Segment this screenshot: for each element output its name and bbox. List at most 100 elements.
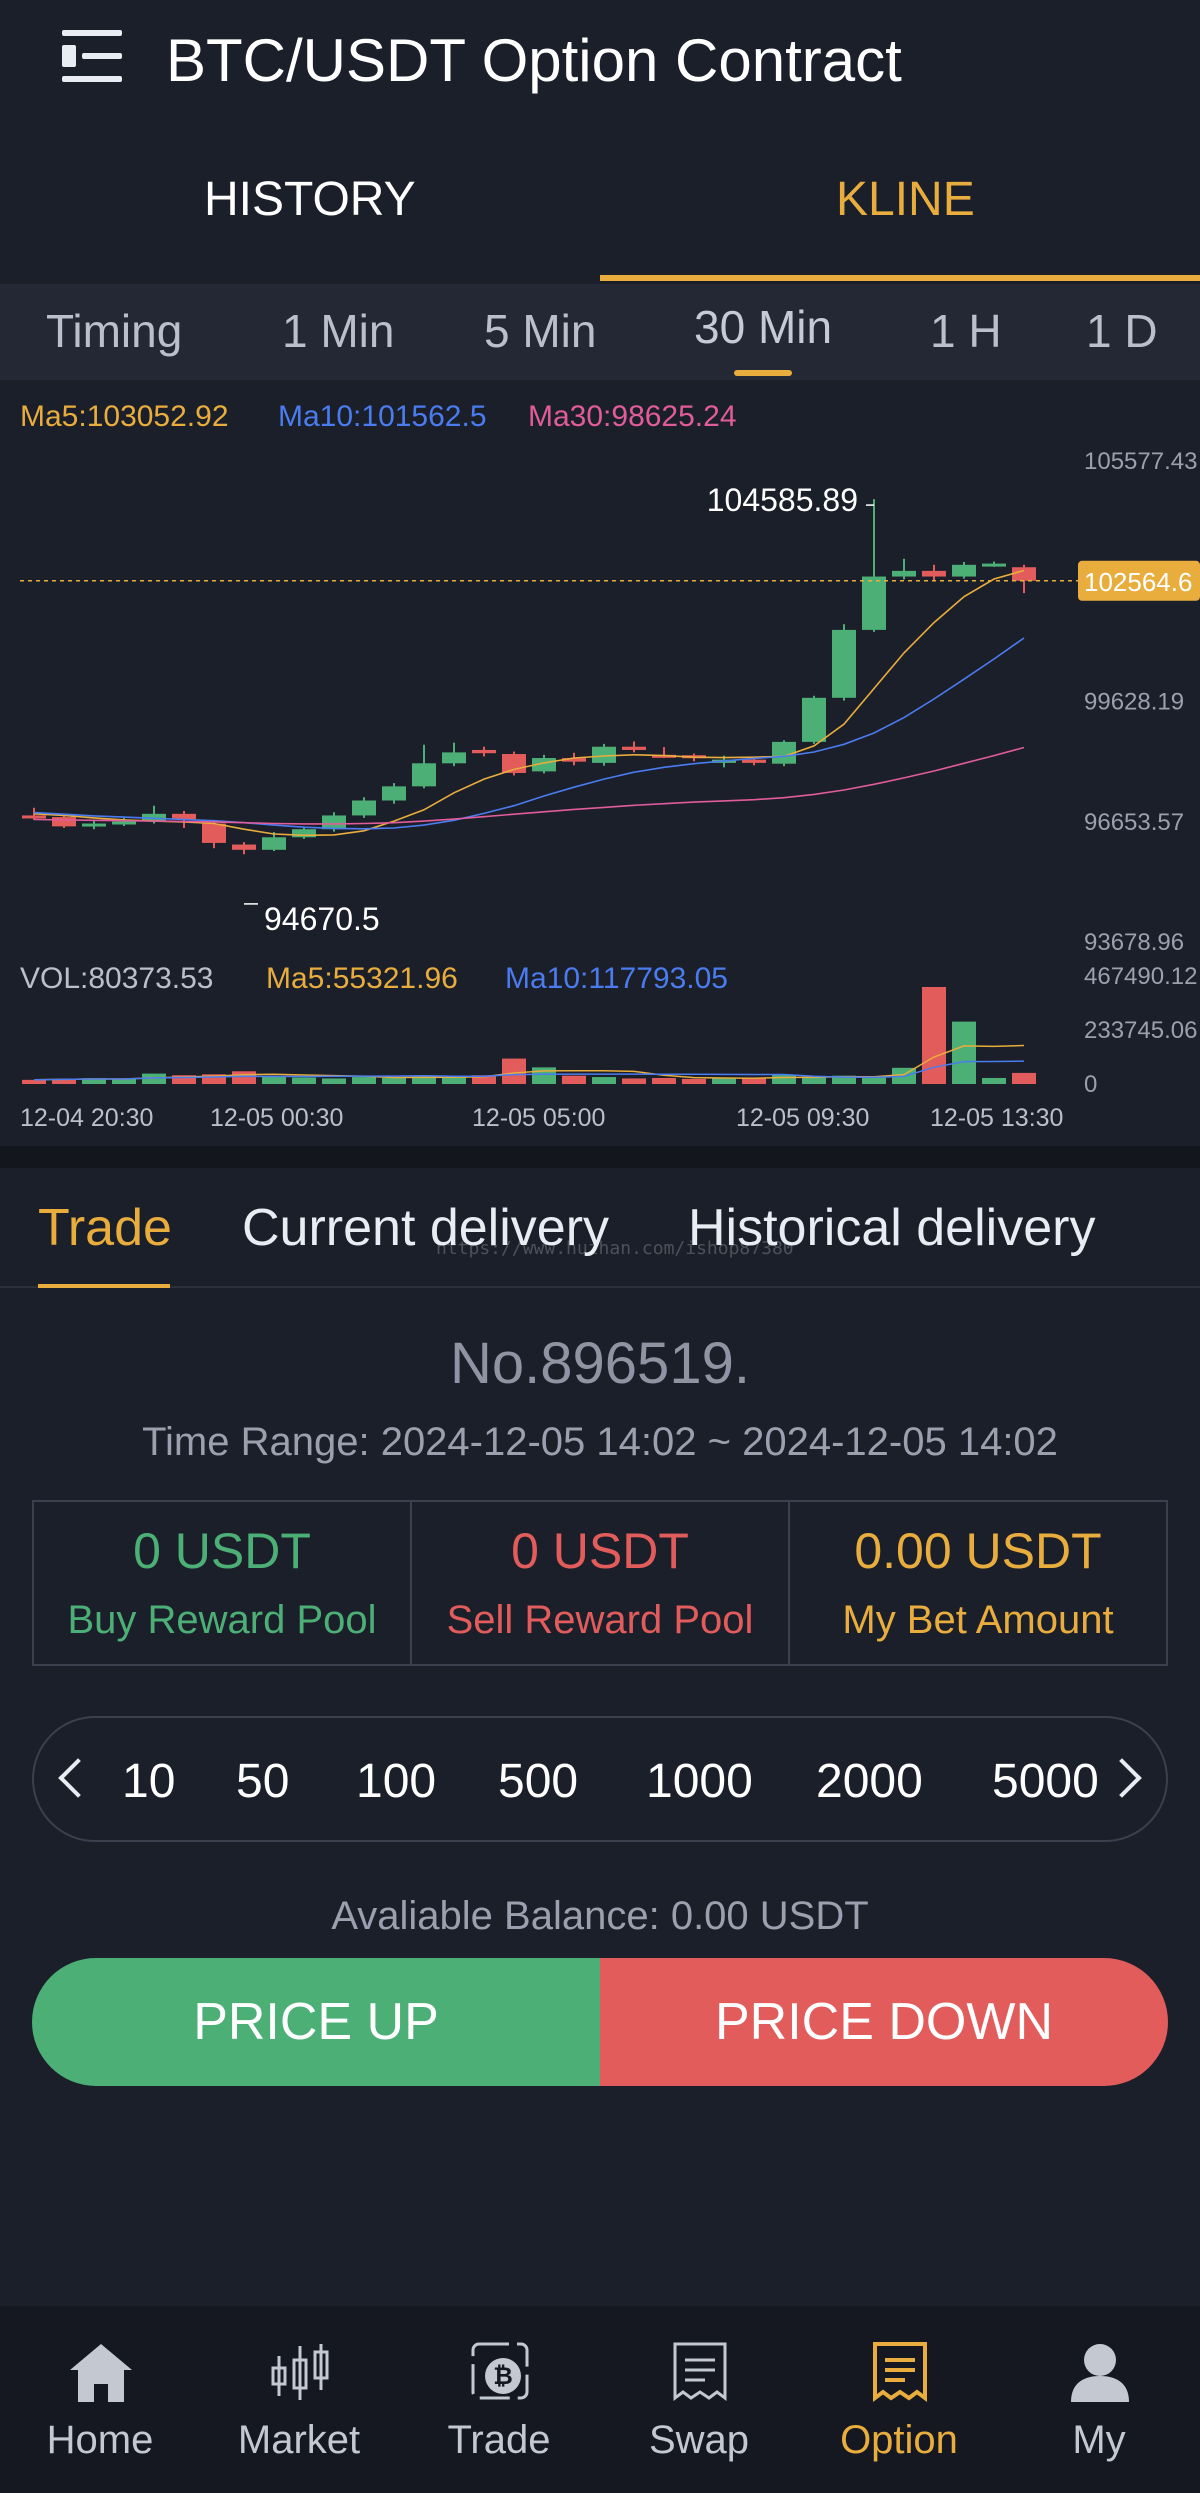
round-number: No.896519. xyxy=(450,1331,750,1396)
price-down-button[interactable]: PRICE DOWN xyxy=(600,1958,1168,2086)
tab-history[interactable]: HISTORY xyxy=(204,172,416,227)
buy-pool-label: Buy Reward Pool xyxy=(67,1598,377,1642)
volume-axis-tick: 233745.06 xyxy=(1084,1017,1197,1044)
price-axis-tick: 93678.96 xyxy=(1084,929,1184,956)
volume-bar xyxy=(652,1077,676,1084)
volume-indicator: VOL:80373.53 xyxy=(20,962,214,995)
candle-body xyxy=(382,786,406,801)
candle-body xyxy=(742,759,766,763)
candle-body xyxy=(412,763,436,787)
tab-kline[interactable]: KLINE xyxy=(836,172,975,227)
interval-timing[interactable]: Timing xyxy=(46,304,182,358)
candle-body xyxy=(22,815,46,819)
candle-body xyxy=(622,746,646,750)
x-axis-label: 12-04 20:30 xyxy=(20,1104,153,1132)
price-axis-tick: 99628.19 xyxy=(1084,689,1184,716)
ma-line-ma30 xyxy=(33,746,1025,825)
volume-bar xyxy=(622,1078,646,1084)
nav-label: Home xyxy=(46,2418,154,2462)
buy-pool-amount: 0 USDT xyxy=(133,1523,311,1579)
interval-1min[interactable]: 1 Min xyxy=(282,304,394,358)
volume-axis-tick: 467490.12 xyxy=(1084,963,1197,990)
tab-active-indicator xyxy=(600,275,1200,281)
candle-body xyxy=(202,823,226,843)
candle-body xyxy=(892,570,916,577)
volume-bar xyxy=(862,1077,886,1084)
reward-pools: 0 USDT Buy Reward Pool 0 USDT Sell Rewar… xyxy=(32,1500,1168,1666)
volume-bar xyxy=(112,1079,136,1084)
kline-chart[interactable]: Ma5:103052.92 Ma10:101562.5 Ma30:98625.2… xyxy=(0,384,1200,1144)
chevron-right-icon[interactable] xyxy=(1102,1758,1142,1798)
bet-amount-label: My Bet Amount xyxy=(842,1598,1114,1642)
ma5-indicator: Ma5:103052.92 xyxy=(20,400,229,433)
trade-tabs: Trade Current delivery Historical delive… xyxy=(0,1168,1200,1288)
interval-active-indicator xyxy=(734,370,792,376)
candle-body xyxy=(352,800,376,816)
ma-line-ma10 xyxy=(33,637,1025,830)
nav-swap[interactable]: Swap xyxy=(599,2306,799,2493)
volume-bar xyxy=(502,1058,526,1084)
low-price-label: 94670.5 xyxy=(264,901,380,937)
amount-option[interactable]: 5000 xyxy=(992,1754,1099,1809)
volume-bar xyxy=(352,1077,376,1084)
tab-trade[interactable]: Trade xyxy=(38,1198,172,1258)
trade-actions: PRICE UP PRICE DOWN xyxy=(32,1958,1168,2086)
time-range: Time Range: 2024-12-05 14:02 ~ 2024-12-0… xyxy=(142,1420,1058,1464)
swap-icon xyxy=(673,2342,727,2401)
watermark-text: https://www.huzhan.com/ishop87380 xyxy=(436,1238,794,1259)
app-root: BTC/USDT Option Contract HISTORY KLINE T… xyxy=(0,0,1200,2493)
candle-body xyxy=(982,563,1006,567)
kline-chart-svg: Ma5:103052.92 Ma10:101562.5 Ma30:98625.2… xyxy=(20,400,1200,1132)
subtab-active-indicator xyxy=(38,1284,170,1288)
volume-bar xyxy=(232,1071,256,1084)
interval-30min[interactable]: 30 Min xyxy=(694,300,832,354)
candle-body xyxy=(592,746,616,763)
nav-market[interactable]: Market xyxy=(199,2306,399,2493)
x-axis-label: 12-05 00:30 xyxy=(210,1104,343,1132)
x-axis-label: 12-05 05:00 xyxy=(472,1104,605,1132)
volume-bar xyxy=(802,1077,826,1084)
amount-option[interactable]: 10 xyxy=(122,1754,175,1809)
amount-option[interactable]: 2000 xyxy=(816,1754,923,1809)
page-title: BTC/USDT Option Contract xyxy=(166,27,902,94)
interval-1d[interactable]: 1 D xyxy=(1086,304,1158,358)
nav-label: My xyxy=(1072,2418,1126,2462)
menu-icon[interactable] xyxy=(62,28,124,86)
interval-tabs: Timing 1 Min 5 Min 30 Min 1 H 1 D xyxy=(0,284,1200,380)
amount-option[interactable]: 100 xyxy=(356,1754,436,1809)
market-icon xyxy=(271,2344,329,2400)
amount-option[interactable]: 1000 xyxy=(646,1754,753,1809)
candle-body xyxy=(952,564,976,577)
chevron-left-icon[interactable] xyxy=(58,1758,98,1798)
nav-home[interactable]: Home xyxy=(0,2306,200,2493)
nav-my[interactable]: My xyxy=(999,2306,1199,2493)
nav-label: Market xyxy=(237,2418,361,2462)
my-bet-amount: 0.00 USDT My Bet Amount xyxy=(790,1502,1166,1664)
amount-option[interactable]: 50 xyxy=(236,1754,289,1809)
sell-pool-label: Sell Reward Pool xyxy=(446,1598,754,1642)
candle-body xyxy=(82,823,106,827)
interval-5min[interactable]: 5 Min xyxy=(484,304,596,358)
top-tabs: HISTORY KLINE xyxy=(0,150,1200,281)
volume-bar xyxy=(532,1067,556,1084)
interval-1h[interactable]: 1 H xyxy=(930,304,1002,358)
volume-ma5-indicator: Ma5:55321.96 xyxy=(266,962,458,995)
sell-reward-pool: 0 USDT Sell Reward Pool xyxy=(412,1502,790,1664)
available-balance: Avaliable Balance: 0.00 USDT xyxy=(331,1894,869,1938)
volume-bar xyxy=(592,1077,616,1084)
nav-option[interactable]: Option xyxy=(799,2306,999,2493)
volume-bar xyxy=(742,1078,766,1084)
price-up-button[interactable]: PRICE UP xyxy=(32,1958,600,2086)
candle-body xyxy=(112,821,136,825)
amount-option[interactable]: 500 xyxy=(498,1754,578,1809)
ma30-indicator: Ma30:98625.24 xyxy=(528,400,737,433)
volume-bar xyxy=(262,1076,286,1084)
price-axis-tick: 96653.57 xyxy=(1084,809,1184,836)
volume-axis-tick: 0 xyxy=(1084,1071,1097,1098)
volume-ma10-line xyxy=(33,1060,1025,1081)
volume-bar xyxy=(322,1078,346,1084)
nav-trade[interactable]: ₿ Trade xyxy=(399,2306,599,2493)
option-icon xyxy=(873,2342,927,2402)
sell-pool-amount: 0 USDT xyxy=(511,1523,689,1579)
candle-body xyxy=(52,817,76,827)
